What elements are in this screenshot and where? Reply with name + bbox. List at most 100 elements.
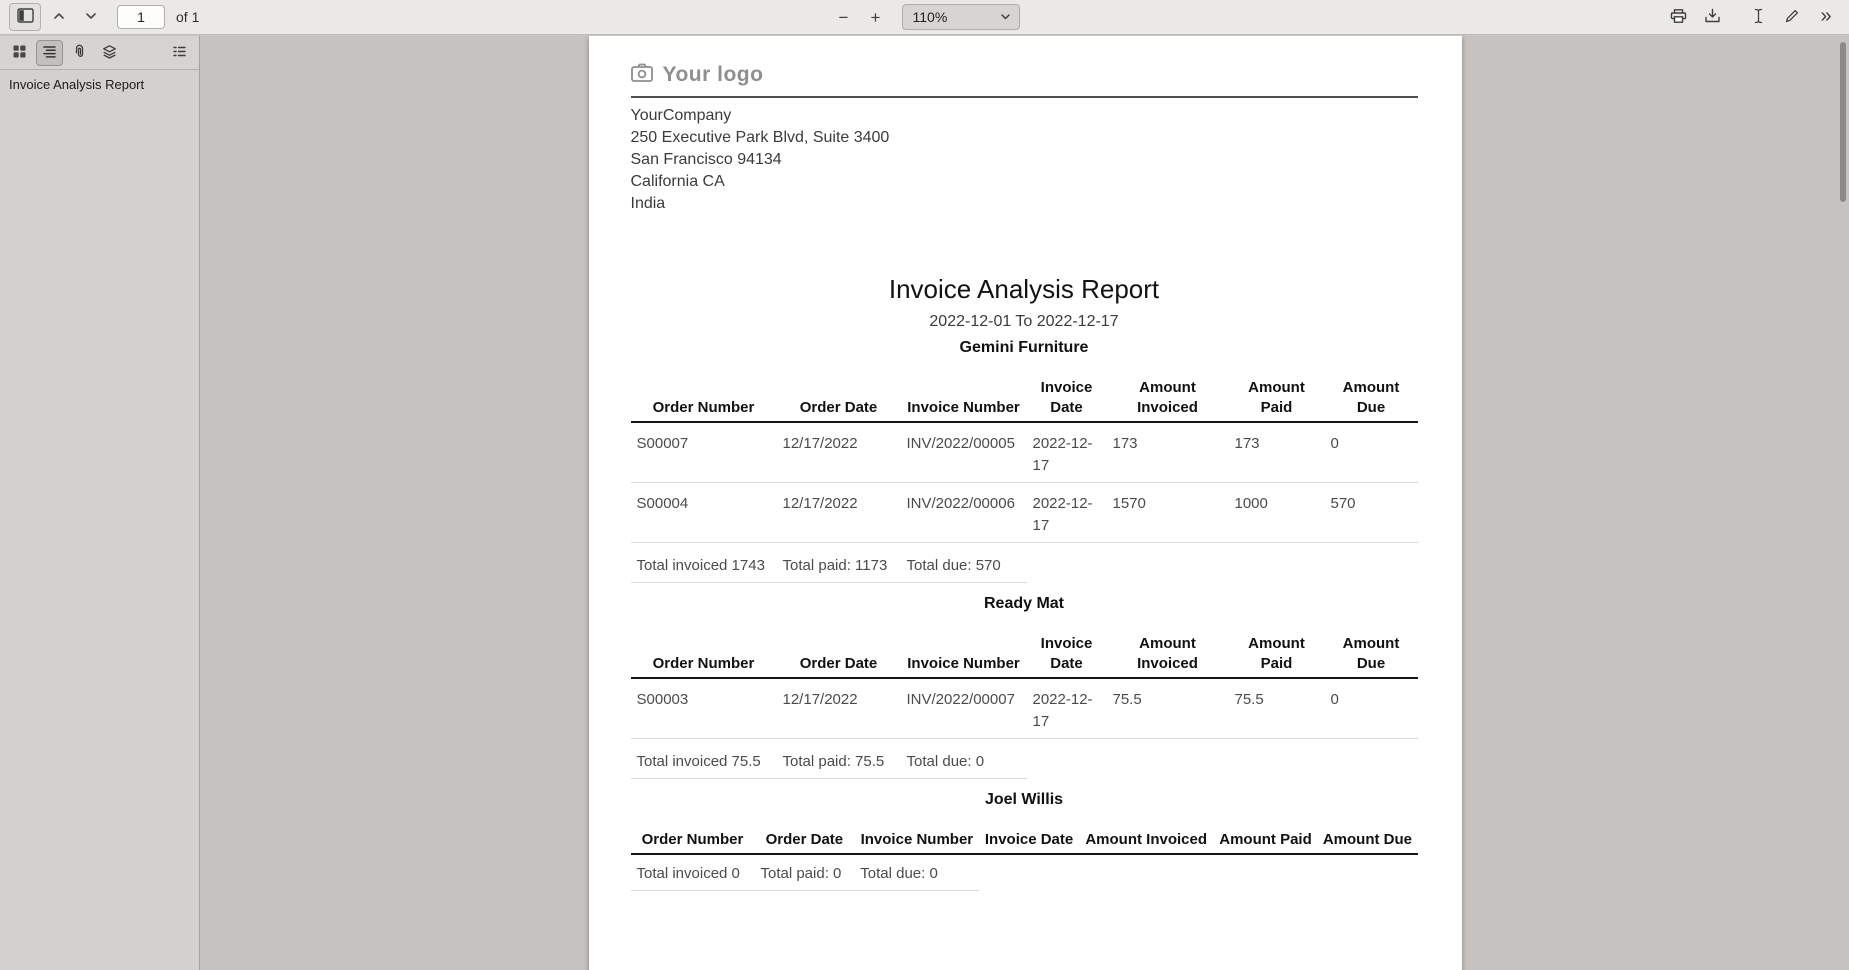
sidebar-tabs	[0, 36, 199, 70]
cell-amount-paid: 75.5	[1229, 678, 1325, 739]
print-button[interactable]	[1664, 4, 1692, 30]
totals-row: Total invoiced 1743 Total paid: 1173 Tot…	[631, 543, 1418, 583]
totals-spacer	[979, 854, 1417, 891]
total-due: Total due: 0	[854, 854, 979, 891]
col-amount-invoiced: Amount Invoiced	[1107, 375, 1229, 422]
sidebar-toggle-icon	[17, 8, 34, 26]
report-title: Invoice Analysis Report	[631, 273, 1418, 305]
report-date-range: 2022-12-01 To 2022-12-17	[631, 311, 1418, 333]
page-number-input[interactable]	[117, 5, 165, 29]
table-header-row: Order Number Order Date Invoice Number I…	[631, 827, 1418, 854]
total-invoiced: Total invoiced 75.5	[631, 739, 777, 779]
chevron-up-icon	[52, 9, 66, 26]
table-row: S00003 12/17/2022 INV/2022/00007 2022-12…	[631, 678, 1418, 739]
table-row: S00004 12/17/2022 INV/2022/00006 2022-12…	[631, 483, 1418, 543]
zoom-level-value: 110%	[913, 9, 948, 25]
more-options-button[interactable]: »	[1812, 4, 1840, 30]
document-area: Your logo YourCompany 250 Executive Park…	[201, 36, 1849, 970]
total-due: Total due: 0	[901, 739, 1027, 779]
cell-invoice-number: INV/2022/00006	[901, 483, 1027, 543]
cell-order-date: 12/17/2022	[777, 422, 901, 483]
cell-amount-due: 570	[1325, 483, 1418, 543]
col-invoice-date: Invoice Date	[979, 827, 1078, 854]
company-logo: Your logo	[631, 63, 1418, 87]
layers-icon	[102, 44, 117, 62]
customer-heading: Gemini Furniture	[631, 337, 1418, 359]
pen-icon	[1784, 8, 1800, 27]
cell-invoice-number: INV/2022/00005	[901, 422, 1027, 483]
col-amount-invoiced: Amount Invoiced	[1079, 827, 1214, 854]
total-due: Total due: 570	[901, 543, 1027, 583]
toolbar: of 1 − + 110%	[0, 0, 1849, 35]
zoom-in-button[interactable]: +	[862, 4, 890, 30]
vertical-scrollbar[interactable]	[1840, 42, 1846, 202]
save-icon	[1704, 8, 1721, 27]
sidebar: Invoice Analysis Report	[0, 36, 200, 970]
cell-amount-invoiced: 1570	[1107, 483, 1229, 543]
save-button[interactable]	[1698, 4, 1726, 30]
col-amount-due: Amount Due	[1317, 827, 1417, 854]
invoice-table: Order Number Order Date Invoice Number I…	[631, 827, 1418, 891]
cell-amount-paid: 1000	[1229, 483, 1325, 543]
annotations-list-icon	[172, 44, 187, 62]
next-page-button[interactable]	[77, 4, 105, 30]
totals-row: Total invoiced 0 Total paid: 0 Total due…	[631, 854, 1418, 891]
col-order-date: Order Date	[777, 631, 901, 678]
company-street: 250 Executive Park Blvd, Suite 3400	[631, 127, 1418, 149]
totals-spacer	[1027, 739, 1418, 779]
col-order-number: Order Number	[631, 827, 755, 854]
outline-list-icon	[42, 44, 57, 62]
previous-page-button[interactable]	[45, 4, 73, 30]
tab-layers[interactable]	[96, 40, 123, 66]
total-invoiced: Total invoiced 0	[631, 854, 755, 891]
col-amount-paid: Amount Paid	[1214, 827, 1318, 854]
text-selection-tool-button[interactable]	[1744, 4, 1772, 30]
col-invoice-date: Invoice Date	[1027, 631, 1107, 678]
totals-spacer	[1027, 543, 1418, 583]
invoice-table: Order Number Order Date Invoice Number I…	[631, 375, 1418, 583]
table-row: S00007 12/17/2022 INV/2022/00005 2022-12…	[631, 422, 1418, 483]
total-paid: Total paid: 1173	[777, 543, 901, 583]
zoom-out-button[interactable]: −	[830, 4, 858, 30]
total-paid: Total paid: 75.5	[777, 739, 901, 779]
double-chevron-icon: »	[1820, 6, 1831, 29]
sidebar-toggle-button[interactable]	[9, 3, 41, 31]
total-invoiced: Total invoiced 1743	[631, 543, 777, 583]
outline-item-invoice-analysis-report[interactable]: Invoice Analysis Report	[0, 70, 199, 99]
col-invoice-number: Invoice Number	[901, 375, 1027, 422]
cell-invoice-number: INV/2022/00007	[901, 678, 1027, 739]
totals-row: Total invoiced 75.5 Total paid: 75.5 Tot…	[631, 739, 1418, 779]
col-invoice-number: Invoice Number	[901, 631, 1027, 678]
thumbnails-grid-icon	[12, 44, 27, 62]
company-name: YourCompany	[631, 105, 1418, 127]
page-count-label: of 1	[176, 9, 199, 25]
invoice-table: Order Number Order Date Invoice Number I…	[631, 631, 1418, 779]
cell-invoice-date: 2022-12-17	[1027, 678, 1107, 739]
toolbar-right-group: »	[1664, 4, 1840, 30]
col-order-date: Order Date	[754, 827, 854, 854]
camera-icon	[631, 63, 653, 87]
col-amount-paid: Amount Paid	[1229, 375, 1325, 422]
annotate-button[interactable]	[1778, 4, 1806, 30]
table-header-row: Order Number Order Date Invoice Number I…	[631, 631, 1418, 678]
col-amount-invoiced: Amount Invoiced	[1107, 631, 1229, 678]
zoom-level-select[interactable]: 110%	[902, 4, 1020, 30]
paperclip-icon	[72, 44, 87, 62]
tab-thumbnails[interactable]	[6, 40, 33, 66]
cell-order-number: S00004	[631, 483, 777, 543]
toolbar-left-group: of 1	[9, 3, 203, 31]
col-order-number: Order Number	[631, 631, 777, 678]
cell-amount-invoiced: 173	[1107, 422, 1229, 483]
chevron-down-icon	[84, 9, 98, 26]
tab-attachments[interactable]	[66, 40, 93, 66]
pdf-page: Your logo YourCompany 250 Executive Park…	[589, 36, 1462, 970]
cell-amount-due: 0	[1325, 422, 1418, 483]
company-address-block: YourCompany 250 Executive Park Blvd, Sui…	[631, 105, 1418, 215]
zoom-controls: − + 110%	[830, 4, 1020, 30]
header-divider	[631, 96, 1418, 98]
tab-outline[interactable]	[36, 40, 63, 66]
cell-order-number: S00003	[631, 678, 777, 739]
cell-invoice-date: 2022-12-17	[1027, 483, 1107, 543]
table-header-row: Order Number Order Date Invoice Number I…	[631, 375, 1418, 422]
tab-annotations[interactable]	[166, 40, 193, 66]
